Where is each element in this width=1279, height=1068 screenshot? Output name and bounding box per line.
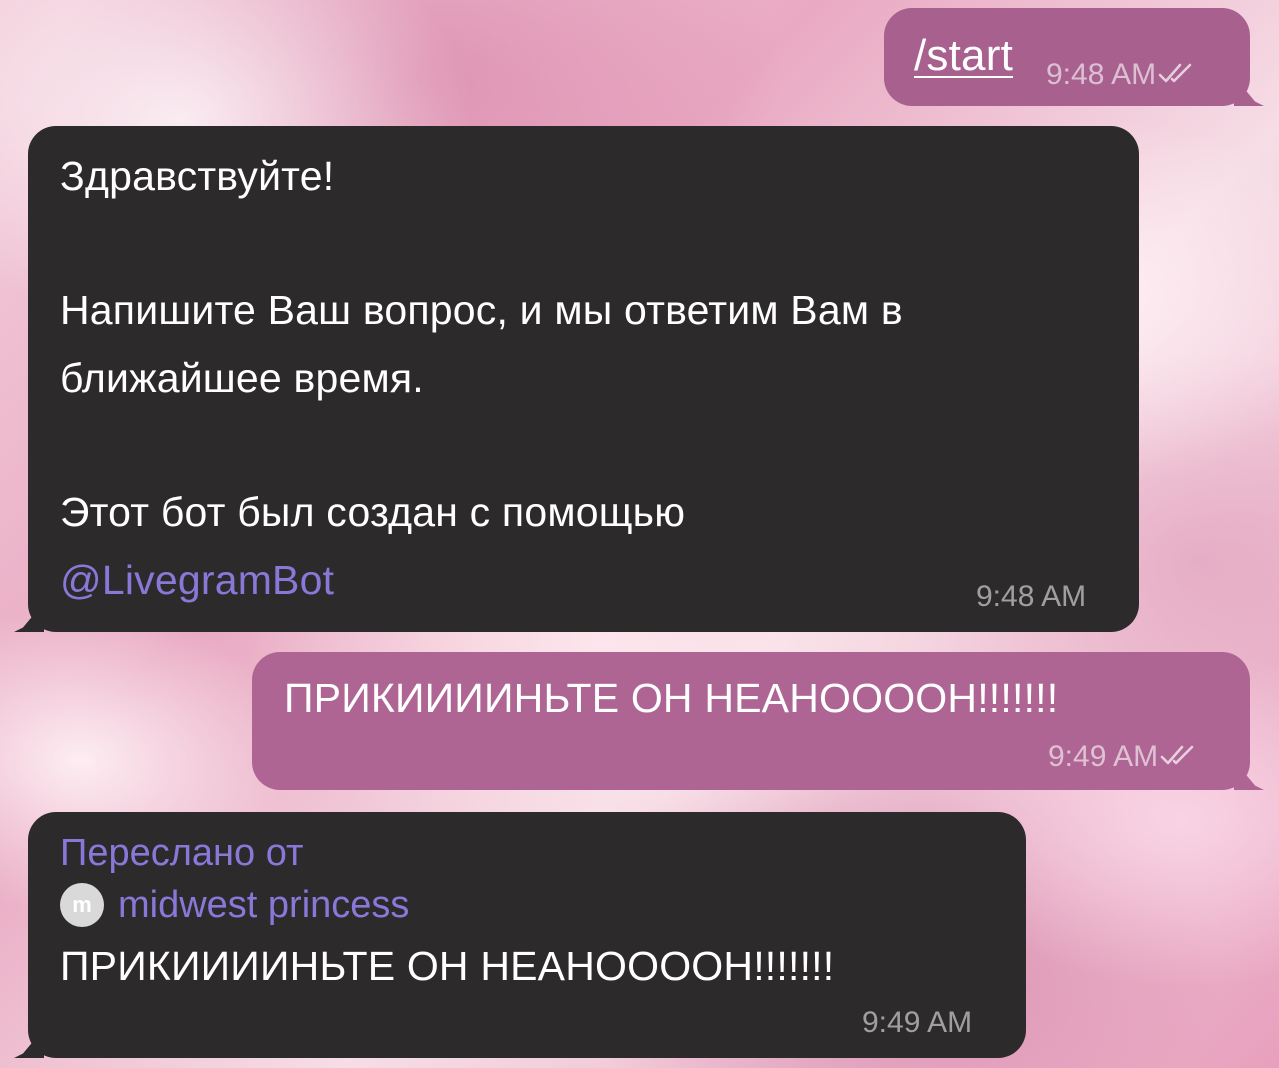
double-check-icon — [1160, 745, 1194, 765]
message-time: 9:49 AM — [862, 1006, 973, 1039]
message-line: ближайшее время. — [60, 355, 424, 401]
message-time-text: 9:48 AM — [1046, 58, 1157, 91]
avatar: m — [60, 883, 104, 927]
message-time: 9:48 AM — [1046, 58, 1198, 92]
outgoing-message-start[interactable]: /start 9:48 AM — [884, 8, 1250, 106]
message-line: Напишите Ваш вопрос, и мы ответим Вам в — [60, 287, 903, 333]
incoming-forwarded-message[interactable]: Переслано от m midwest princess ПРИКИИИИ… — [28, 812, 1026, 1058]
forwarded-label: Переслано от — [60, 832, 304, 874]
message-time-text: 9:49 AM — [1048, 740, 1159, 773]
command-link-start[interactable]: /start — [914, 22, 1013, 90]
incoming-message-greeting[interactable]: Здравствуйте! Напишите Ваш вопрос, и мы … — [28, 126, 1139, 632]
outgoing-message-text[interactable]: ПРИКИИИИНЬТЕ ОН НЕАНООООН!!!!!!! 9:49 AM — [252, 652, 1250, 790]
message-line: Этот бот был создан с помощью — [60, 489, 686, 535]
forwarded-sender-name[interactable]: midwest princess — [118, 880, 409, 930]
bot-mention-link[interactable]: @LivegramBot — [60, 546, 334, 614]
double-check-icon — [1158, 63, 1192, 83]
message-time: 9:49 AM — [1048, 740, 1200, 774]
message-time: 9:48 AM — [976, 580, 1087, 613]
message-line: Здравствуйте! — [60, 153, 335, 199]
message-text: ПРИКИИИИНЬТЕ ОН НЕАНООООН!!!!!!! — [284, 675, 1059, 721]
message-text: ПРИКИИИИНЬТЕ ОН НЕАНООООН!!!!!!! — [60, 943, 835, 989]
forwarded-from[interactable]: m midwest princess — [60, 880, 409, 930]
